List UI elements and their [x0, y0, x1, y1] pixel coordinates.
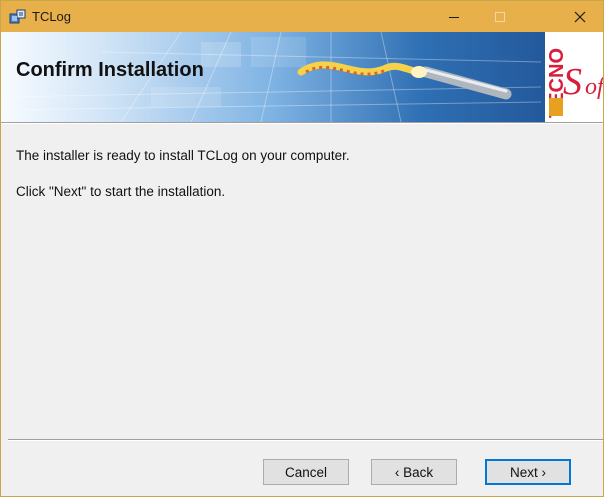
maximize-icon — [495, 11, 505, 22]
ready-message: The installer is ready to install TCLog … — [16, 148, 350, 163]
minimize-button[interactable] — [431, 1, 477, 32]
window-title: TCLog — [32, 9, 72, 24]
svg-text:S: S — [563, 61, 582, 103]
banner-title: Confirm Installation — [16, 59, 204, 81]
cancel-button[interactable]: Cancel — [263, 459, 349, 485]
maximize-button[interactable] — [477, 1, 523, 32]
tecnosoft-logo-art: TECNO S oft — [546, 48, 603, 118]
installer-window: TCLog Confirm Installation TECNO S o The… — [0, 0, 604, 497]
title-bar[interactable]: TCLog — [1, 1, 603, 32]
next-button[interactable]: Next › — [485, 459, 571, 485]
close-icon — [574, 11, 586, 22]
installer-icon — [9, 9, 26, 24]
back-button[interactable]: ‹ Back — [371, 459, 457, 485]
tecnosoft-logo: TECNO S oft — [545, 32, 603, 122]
minimize-icon — [449, 16, 459, 18]
svg-text:oft: oft — [585, 74, 603, 100]
header-banner: Confirm Installation TECNO S oft — [1, 32, 603, 122]
header-divider-highlight — [1, 123, 603, 124]
next-instruction: Click "Next" to start the installation. — [16, 184, 226, 199]
footer-divider-highlight — [8, 440, 603, 441]
close-button[interactable] — [557, 1, 603, 32]
